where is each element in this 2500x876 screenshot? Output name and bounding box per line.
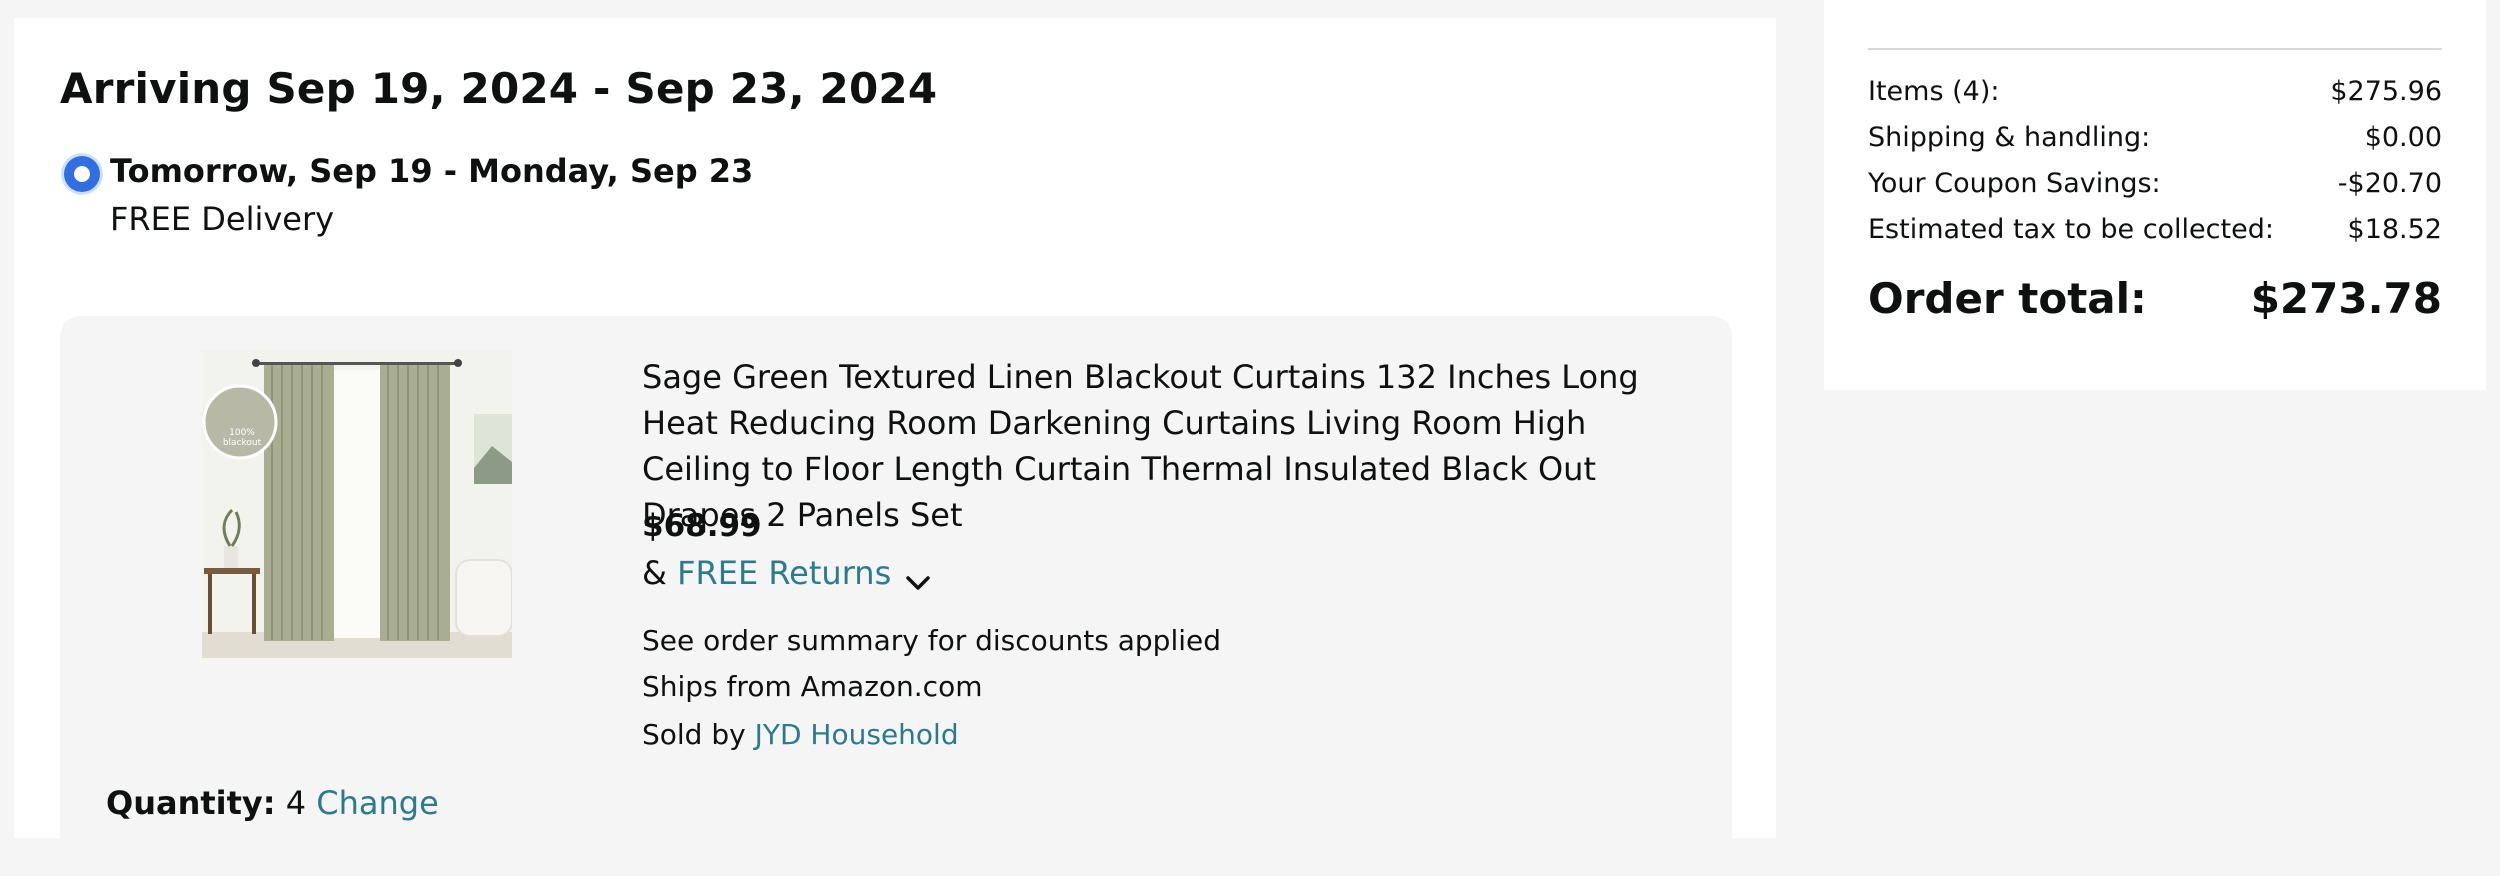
order-total-value: $273.78 [2250,274,2442,323]
summary-value: $0.00 [2364,122,2442,153]
summary-row-coupon: Your Coupon Savings: -$20.70 [1868,168,2442,199]
summary-row-items: Items (4): $275.96 [1868,76,2442,107]
sold-by-prefix: Sold by [642,718,755,751]
summary-label: Shipping & handling: [1868,122,2151,153]
quantity-label: Quantity: [106,784,276,822]
radio-selected-icon[interactable] [64,156,100,192]
product-image[interactable]: 100% blackout [202,350,512,658]
order-total: Order total: $273.78 [1868,274,2442,323]
ships-from: Ships from Amazon.com [642,670,983,703]
arriving-heading: Arriving Sep 19, 2024 - Sep 23, 2024 [60,64,938,113]
order-total-label: Order total: [1868,274,2147,323]
summary-label: Items (4): [1868,76,2000,107]
summary-row-tax: Estimated tax to be collected: $18.52 [1868,214,2442,245]
sold-by: Sold by JYD Household [642,718,959,751]
free-returns-link[interactable]: FREE Returns [677,554,891,592]
summary-row-shipping: Shipping & handling: $0.00 [1868,122,2442,153]
discount-note: See order summary for discounts applied [642,624,1222,657]
summary-value: -$20.70 [2337,168,2442,199]
order-summary: Items (4): $275.96 Shipping & handling: … [1824,0,2486,390]
quantity-row: Quantity: 4 Change [106,784,439,822]
chevron-down-icon[interactable] [905,563,931,590]
delivery-option-title: Tomorrow, Sep 19 - Monday, Sep 23 [110,152,754,190]
summary-value: $275.96 [2330,76,2442,107]
summary-label: Your Coupon Savings: [1868,168,2161,199]
summary-value: $18.52 [2347,214,2442,245]
item-price: $68.99 [642,508,762,544]
quantity-value: 4 [285,784,307,822]
product-title[interactable]: Sage Green Textured Linen Blackout Curta… [642,354,1702,538]
cart-item: 100% blackout Sage Green Textured Linen … [60,316,1732,876]
quantity-change-link[interactable]: Change [316,784,439,822]
delivery-card: Arriving Sep 19, 2024 - Sep 23, 2024 Tom… [14,18,1776,876]
image-caption: 100% blackout [222,428,262,448]
summary-label: Estimated tax to be collected: [1868,214,2274,245]
summary-divider [1868,48,2442,50]
delivery-option[interactable]: Tomorrow, Sep 19 - Monday, Sep 23 FREE D… [64,134,764,244]
delivery-option-subtitle: FREE Delivery [110,200,335,238]
returns-line: & FREE Returns [642,554,931,592]
returns-prefix: & [642,554,678,592]
seller-link[interactable]: JYD Household [755,718,959,751]
